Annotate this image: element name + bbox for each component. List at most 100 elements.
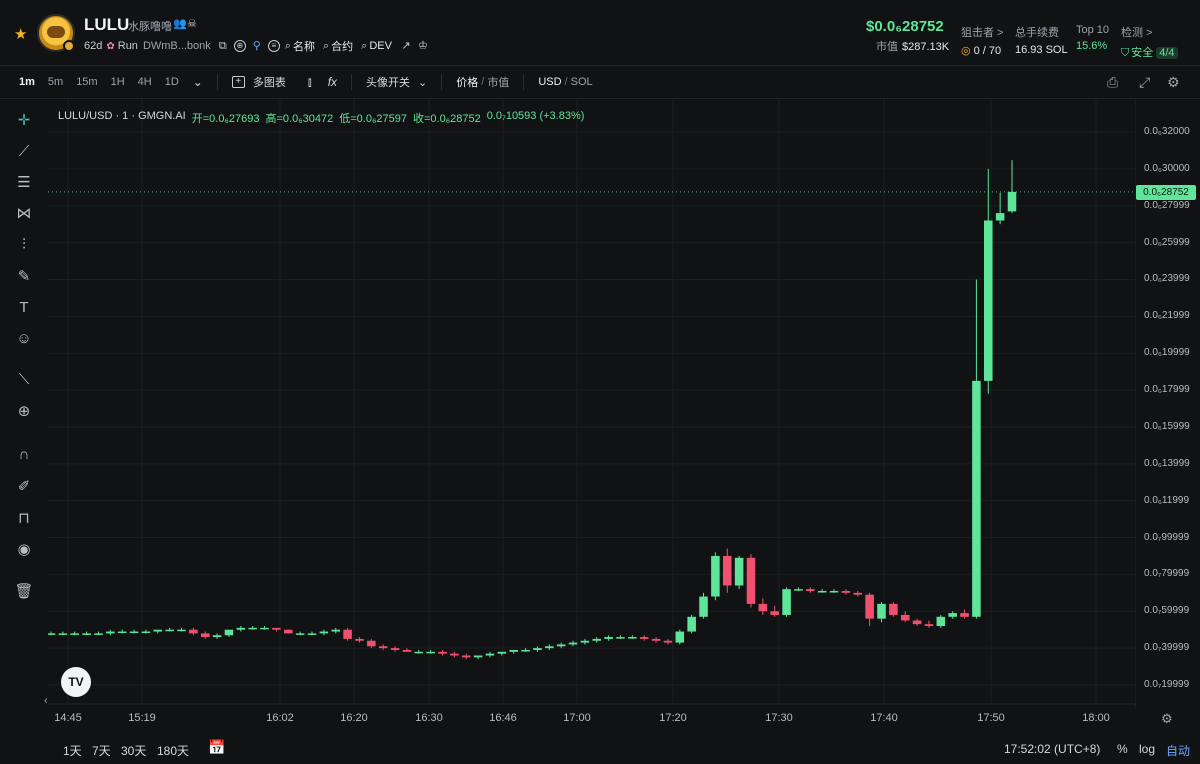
token-avatar: [37, 14, 75, 52]
range-180d[interactable]: 180天: [157, 742, 189, 759]
timeframe-4h[interactable]: 4H: [138, 76, 152, 88]
search-dev-link[interactable]: DEV: [369, 40, 392, 52]
position-toggle[interactable]: 头像开关 ⌄: [366, 74, 427, 90]
x-axis-label: 17:50: [977, 712, 1005, 724]
check-stat[interactable]: 检测 > ⛉ 安全 4/4: [1121, 24, 1178, 60]
token-price: $0.0₆28752: [866, 18, 944, 35]
favorite-star-icon[interactable]: ★: [14, 25, 27, 43]
candle-body: [461, 655, 471, 658]
legend-pair: LULU/USD · 1 · GMGN.AI: [58, 110, 186, 122]
crosshair-icon[interactable]: ✛: [14, 111, 34, 131]
trash-icon[interactable]: 🗑: [14, 582, 34, 602]
settings-gear-icon[interactable]: ⚙: [1167, 74, 1180, 91]
percent-toggle[interactable]: %: [1117, 742, 1128, 756]
unlock-icon[interactable]: ⊓: [14, 509, 34, 529]
candle-body: [343, 629, 352, 639]
candle-type-icon[interactable]: ⫾: [308, 75, 312, 90]
range-30d[interactable]: 30天: [121, 742, 146, 759]
market-cap-value: $287.13K: [902, 41, 950, 53]
range-1d[interactable]: 1天: [63, 742, 82, 759]
crown-icon[interactable]: ♔: [417, 40, 429, 52]
current-price-tag: 0.0₆28752: [1136, 185, 1196, 200]
currency-toggle[interactable]: USD / SOL: [538, 76, 592, 88]
timeframe-chevron-down-icon[interactable]: ⌄: [193, 75, 203, 89]
x-axis-label: 15:19: [128, 712, 156, 724]
y-axis-label: 0.0₇79999: [1144, 568, 1190, 580]
axis-settings-icon[interactable]: ⚙: [1161, 711, 1173, 727]
timeframe-15m[interactable]: 15m: [76, 76, 97, 88]
search-name-icon[interactable]: ⌕: [285, 40, 291, 53]
tradingview-logo[interactable]: TV: [61, 667, 91, 697]
indicators-icon[interactable]: fx: [328, 75, 337, 89]
candle-body: [912, 620, 922, 625]
trendline-icon[interactable]: ⟋: [14, 142, 34, 162]
y-axis-label: 0.0₆17999: [1144, 384, 1190, 396]
candle-body: [248, 627, 257, 630]
date-range-calendar-icon[interactable]: 📅: [208, 739, 225, 756]
search-contract-icon[interactable]: ⌕: [323, 40, 329, 53]
clock[interactable]: 17:52:02 (UTC+8): [1004, 742, 1100, 756]
candle-body: [212, 635, 222, 638]
candle-body: [984, 220, 993, 381]
horizontal-lines-icon[interactable]: ☰: [14, 173, 34, 193]
text-tool-icon[interactable]: T: [14, 298, 34, 318]
zoom-in-icon[interactable]: ⊕: [14, 402, 34, 422]
price-mcap-toggle[interactable]: 价格 / 市值: [456, 74, 509, 90]
ruler-icon[interactable]: ⟍: [14, 370, 34, 390]
candle-body: [900, 614, 910, 621]
candle-body: [782, 589, 791, 615]
candle-body: [604, 637, 613, 639]
timeframe-5m[interactable]: 5m: [48, 76, 63, 88]
search-dev-icon[interactable]: ⌕: [361, 40, 367, 53]
brush-icon[interactable]: ✎: [14, 267, 34, 287]
log-toggle[interactable]: log: [1139, 742, 1155, 756]
candle-body: [378, 646, 388, 649]
y-axis-label: 0.0₇39999: [1144, 642, 1190, 654]
auto-scale-toggle[interactable]: 自动: [1166, 742, 1190, 759]
fullscreen-icon[interactable]: ⤢: [1139, 74, 1150, 91]
pattern-icon[interactable]: ⋈: [14, 204, 34, 224]
price-chart[interactable]: [48, 99, 1136, 709]
eye-icon[interactable]: ◉: [14, 540, 34, 560]
x-axis-label: 16:02: [266, 712, 294, 724]
contract-address[interactable]: DWmB...bonk: [143, 40, 211, 52]
emoji-icon[interactable]: ☺: [14, 329, 34, 349]
camera-icon[interactable]: ⎙: [1107, 74, 1118, 91]
candle-body: [485, 653, 495, 656]
fees-label: 总手续费: [1015, 27, 1059, 39]
range-7d[interactable]: 7天: [92, 742, 111, 759]
candle-body: [355, 638, 364, 641]
candle-body: [995, 213, 1005, 221]
fees-value: 16.93 SOL: [1015, 44, 1068, 56]
position-toggle-label: 头像开关: [366, 77, 411, 89]
search-name-link[interactable]: 名称: [293, 38, 315, 54]
check-badge: 4/4: [1156, 47, 1178, 59]
snipers-stat[interactable]: 狙击者 > ◎ 0 / 70: [961, 24, 1003, 57]
candle-body: [177, 629, 186, 632]
copy-icon[interactable]: ⧉: [217, 40, 229, 52]
user-icon[interactable]: ⚲: [251, 40, 263, 52]
multi-chart-button[interactable]: + 多图表: [231, 74, 286, 90]
avatar-badge-icon: [63, 40, 75, 52]
chart-footer: 1天 7天 30天 180天 📅 17:52:02 (UTC+8) % log …: [0, 731, 1200, 764]
search-contract-link[interactable]: 合约: [331, 38, 353, 54]
candle-body: [117, 631, 127, 634]
lock-drawing-icon[interactable]: ✐: [14, 477, 34, 497]
candle-body: [794, 589, 803, 591]
timeframe-1h[interactable]: 1H: [111, 76, 125, 88]
x-axis-label: 14:45: [54, 712, 82, 724]
candle-body: [48, 633, 56, 635]
candle-body: [1007, 191, 1017, 212]
timeframe-1d[interactable]: 1D: [165, 76, 179, 88]
timeframe-1m[interactable]: 1m: [19, 76, 35, 88]
magnet-icon[interactable]: ∩: [14, 445, 34, 465]
scroll-left-icon[interactable]: ‹: [44, 695, 48, 707]
globe-icon[interactable]: ⊕: [233, 40, 246, 52]
candle-body: [889, 603, 898, 615]
candle-body: [70, 633, 79, 635]
candle-body: [770, 611, 779, 615]
menu-circle-icon[interactable]: ≡: [267, 40, 280, 52]
external-link-icon[interactable]: ↗: [400, 40, 412, 52]
fib-icon[interactable]: ⫶: [14, 235, 34, 255]
candle-body: [829, 590, 839, 593]
